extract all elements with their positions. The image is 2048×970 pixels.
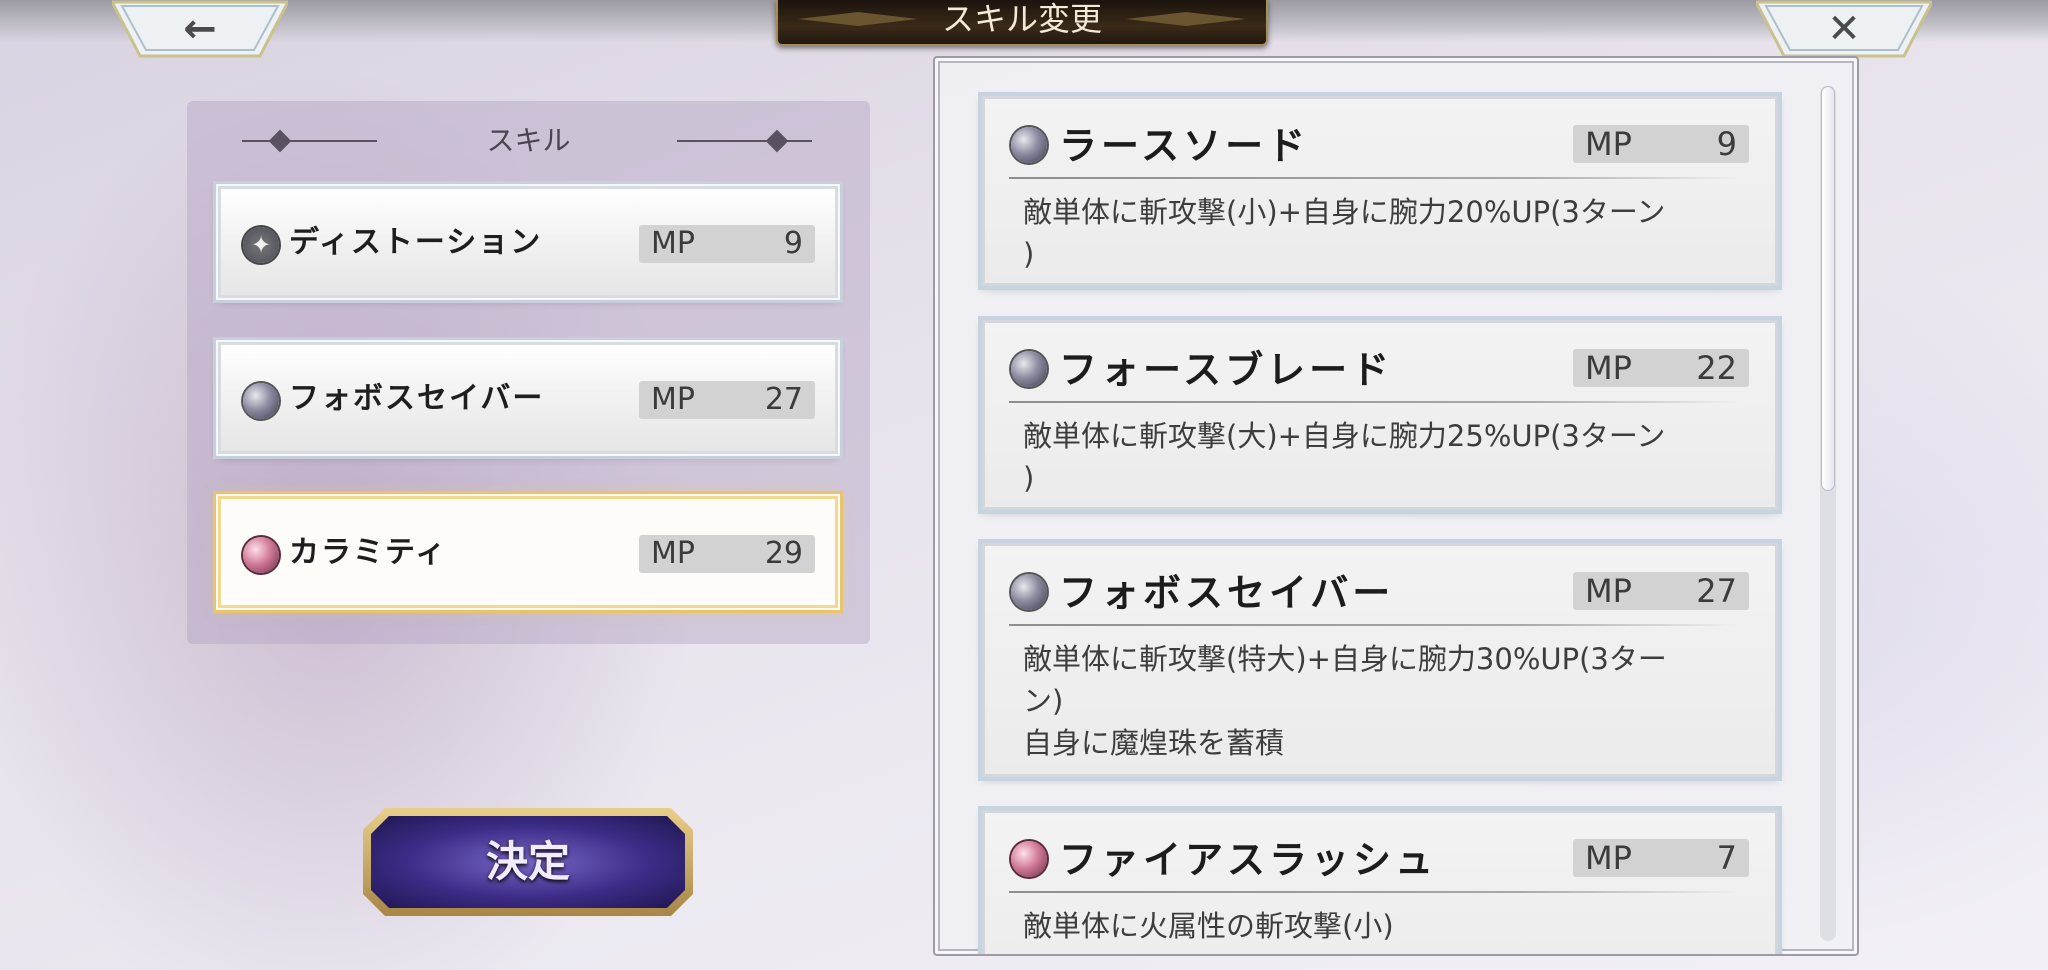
mp-cost-badge: MP 27 [639,381,815,419]
skill-description: 敵単体に斬攻撃(大)+自身に腕力25%UP(3ターン ) [1023,415,1743,499]
skill-card[interactable]: ラースソード MP 9 敵単体に斬攻撃(小)+自身に腕力20%UP(3ターン ) [982,96,1778,286]
decide-button-label: 決定 [485,837,570,886]
skill-list-scrollbar[interactable] [1820,86,1836,941]
grey-gem-icon [1011,127,1047,163]
skill-description: 敵単体に斬攻撃(特大)+自身に腕力30%UP(3ター ン) 自身に魔煌珠を蓄積 [1023,638,1743,764]
mp-cost-badge: MP 22 [1573,349,1749,387]
skill-description-line: 敵単体に火属性の斬攻撃(小) [1023,909,1394,943]
skill-description-line: 敵単体に斬攻撃(特大)+自身に腕力30%UP(3ター [1023,642,1667,676]
heading-divider-right [677,140,812,142]
skill-name: ディストーション [289,225,543,260]
skill-name: ファイアスラッシュ [1059,837,1438,882]
skill-description-line: 自身に魔煌珠を蓄積 [1023,726,1285,760]
mp-value: 9 [1716,125,1737,163]
mp-cost-badge: MP 9 [1573,125,1749,163]
skill-name: フォースブレード [1059,347,1394,392]
mp-label: MP [1585,125,1632,163]
back-button[interactable]: ← [112,0,288,58]
card-divider [1009,891,1739,893]
equipped-skills-heading: スキル [187,121,870,161]
card-divider [1009,401,1739,403]
equipped-skill-slot-1[interactable]: ディストーション MP 9 [216,184,840,300]
skill-description-line: ) [1023,461,1035,495]
mp-value: 7 [1716,839,1737,877]
close-button[interactable]: ✕ [1756,0,1932,58]
mp-label: MP [1585,349,1632,387]
skill-description: 敵単体に斬攻撃(小)+自身に腕力20%UP(3ターン ) [1023,191,1743,275]
grey-gem-icon [243,383,279,419]
skill-description-line: 敵単体に斬攻撃(小)+自身に腕力20%UP(3ターン [1023,195,1666,229]
page-title: スキル変更 [776,0,1268,46]
card-divider [1009,624,1739,626]
skill-card[interactable]: フォースブレード MP 22 敵単体に斬攻撃(大)+自身に腕力25%UP(3ター… [982,320,1778,510]
star-gem-icon [243,227,279,263]
skill-description-line: ) [1023,237,1035,271]
page-title-text: スキル変更 [941,0,1102,38]
skill-name: カラミティ [289,535,448,570]
mp-label: MP [1585,572,1632,610]
skill-name: ラースソード [1059,123,1310,168]
skill-name: フォボスセイバー [1059,570,1395,615]
mp-value: 27 [1696,572,1737,610]
decide-button[interactable]: 決定 [363,808,693,916]
skill-description-line: ン) [1023,684,1064,718]
mp-label: MP [651,382,695,417]
title-ornament-left-icon [798,12,918,26]
pink-gem-icon [1011,841,1047,877]
equipped-skills-heading-text: スキル [486,124,571,157]
back-arrow-icon: ← [183,6,217,52]
skill-name: フォボスセイバー [289,381,545,416]
diamond-ornament-icon [268,129,292,153]
heading-divider-left [242,140,377,142]
skill-description-line: 敵単体に斬攻撃(大)+自身に腕力25%UP(3ターン [1023,419,1666,453]
mp-cost-badge: MP 9 [639,225,815,263]
equipped-skill-slot-3-selected[interactable]: カラミティ MP 29 [216,494,840,610]
grey-gem-icon [1011,351,1047,387]
mp-cost-badge: MP 29 [639,535,815,573]
pink-gem-icon [243,537,279,573]
mp-value: 29 [764,536,803,571]
close-icon: ✕ [1827,6,1861,52]
skill-card[interactable]: ファイアスラッシュ MP 7 敵単体に火属性の斬攻撃(小) [982,810,1778,954]
mp-value: 27 [764,382,803,417]
title-ornament-right-icon [1126,12,1246,26]
mp-cost-badge: MP 7 [1573,839,1749,877]
mp-value: 22 [1696,349,1737,387]
skill-list-panel[interactable]: ラースソード MP 9 敵単体に斬攻撃(小)+自身に腕力20%UP(3ターン )… [933,56,1859,956]
equipped-skill-slot-2[interactable]: フォボスセイバー MP 27 [216,340,840,456]
grey-gem-icon [1011,574,1047,610]
skill-card[interactable]: フォボスセイバー MP 27 敵単体に斬攻撃(特大)+自身に腕力30%UP(3タ… [982,543,1778,777]
mp-value: 9 [783,226,803,261]
skill-description: 敵単体に火属性の斬攻撃(小) [1023,905,1743,947]
card-divider [1009,177,1739,179]
mp-cost-badge: MP 27 [1573,572,1749,610]
scrollbar-thumb[interactable] [1821,86,1835,491]
mp-label: MP [651,536,695,571]
mp-label: MP [1585,839,1632,877]
mp-label: MP [651,226,695,261]
